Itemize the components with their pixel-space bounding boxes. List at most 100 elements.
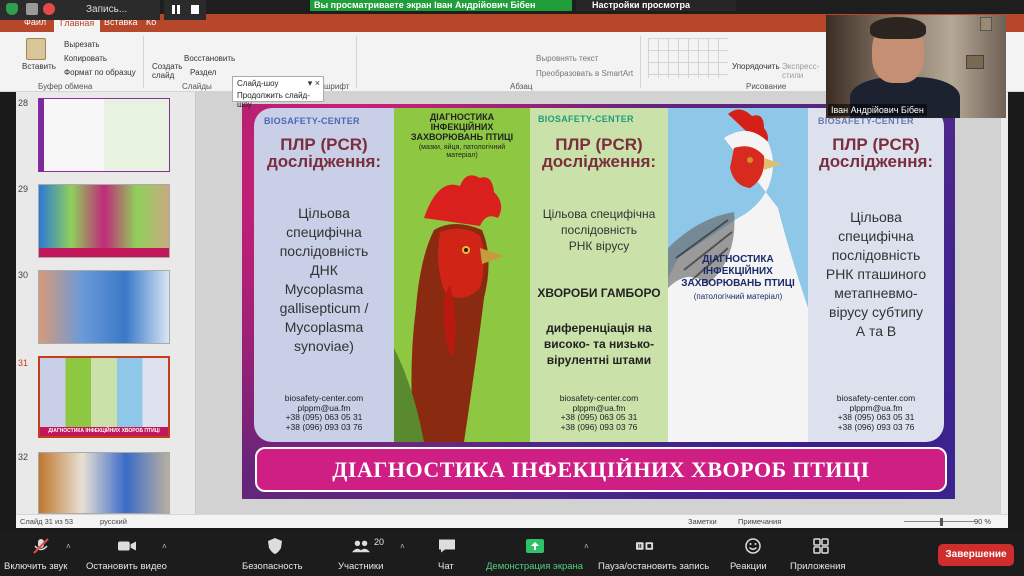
recording-controls [164,0,206,20]
group-clipboard: Буфер обмена [38,82,93,91]
panel-pcr-gamboro: BIOSAFETY-CENTER ПЛР (PCR) дослідження: … [530,108,668,442]
camera-icon [118,541,136,551]
zoom-level[interactable]: 90 % [974,517,991,526]
slide-thumbnail-32[interactable] [38,452,170,514]
apps-button[interactable]: Приложения [790,530,850,576]
slide-counter: Слайд 31 из 53 [20,517,74,526]
popup-title: Слайд-шоу [237,79,279,88]
recording-label: Запись... [86,4,128,15]
thumb-number: 30 [18,270,29,280]
contact-block: biosafety-center.com plppm@ua.fm +38 (09… [559,393,639,432]
participants-count: 20 [374,537,385,547]
brand-logo: BIOSAFETY-CENTER [264,116,360,126]
panel-subtitle: (патологічний матеріал) [693,292,783,301]
panel-title: ПЛР (PCR) дослідження: [266,135,382,171]
section-button[interactable]: Раздел [190,68,216,77]
chat-button[interactable]: Чат [438,530,458,576]
divider [143,36,144,88]
slide-thumbnail-30[interactable] [38,270,170,344]
thumb-caption: ДІАГНОСТИКА ІНФЕКЦІЙНИХ ХВОРОБ ПТИЦІ [40,427,168,436]
disease-name: ХВОРОБИ ГАМБОРО [537,286,661,300]
zoom-slider-handle[interactable] [940,518,943,526]
chevron-up-icon[interactable]: ˄ [584,542,589,551]
participants-button[interactable]: 20 Участники [338,530,390,576]
cut-button[interactable]: Вырезать [64,40,100,49]
share-screen-button[interactable]: Демонстрация экрана [486,530,586,576]
chevron-up-icon[interactable]: ˄ [400,542,405,551]
group-drawing: Рисование [746,82,787,91]
smiley-icon [745,538,761,554]
thumb-number: 32 [18,452,29,462]
ppt-status-bar: Слайд 31 из 53 русский Заметки Примечани… [16,514,1008,528]
panel-pcr-mycoplasma: BIOSAFETY-CENTER ПЛР (PCR) дослідження: … [254,108,394,442]
reactions-button[interactable]: Реакции [730,530,774,576]
stop-video-button[interactable]: Остановить видео [86,530,170,576]
rooster-image [394,175,504,442]
panel-body: Цільова специфічна послідовність РНК вір… [542,207,656,253]
chat-icon [439,539,455,553]
pause-stop-recording-button[interactable]: Пауза/остановить запись [598,530,712,576]
divider [640,36,641,88]
shapes-gallery[interactable] [648,38,728,78]
panel-title: ПЛР (PCR) дослідження: [818,135,934,171]
notes-button[interactable]: Заметки [688,517,717,526]
group-font: шрифт [324,82,350,91]
view-options-button[interactable]: Настройки просмотра [576,0,736,11]
zoom-toolbar: Включить звук ˄ Остановить видео ˄ Безоп… [0,530,1024,576]
pause-icon[interactable] [172,5,180,14]
record-icon [43,3,55,15]
share-screen-icon [526,539,544,553]
group-paragraph: Абзац [510,82,533,91]
new-slide-button[interactable]: Создать слайд [152,62,182,80]
paste-button[interactable]: Вставить [22,62,56,71]
slideshow-popup: Слайд-шоу ▾ × Продолжить слайд-шоу [232,76,324,109]
apps-icon [813,538,829,554]
quick-styles-button[interactable]: Экспресс-стили [782,62,822,80]
paste-icon[interactable] [26,38,46,60]
highlight-icon [26,3,38,15]
panel-body: Цільова специфічна послідовність РНК пта… [825,209,927,339]
format-painter-button[interactable]: Формат по образцу [64,68,136,77]
chevron-up-icon[interactable]: ˄ [66,542,71,551]
contact-block: biosafety-center.com plppm@ua.fm +38 (09… [284,393,364,432]
contact-block: biosafety-center.com plppm@ua.fm +38 (09… [836,393,916,432]
slides-pane: 28 29 30 31 ДІАГНОСТИКА ІНФЕКЦІЙНИХ ХВОР… [16,92,208,514]
panel-body: Цільова специфічна послідовність ДНК Myc… [279,205,369,354]
arrange-button[interactable]: Упорядочить [732,62,780,71]
participants-icon [352,540,370,553]
brand-logo: BIOSAFETY-CENTER [538,114,634,124]
participant-name: Іван Андрійович Бібен [828,104,927,116]
thumb-number: 28 [18,98,29,108]
copy-button[interactable]: Копировать [64,54,107,63]
chevron-up-icon[interactable]: ˄ [162,542,167,551]
panel-title: ДІАГНОСТИКА ІНФЕКЦІЙНИХ ЗАХВОРЮВАНЬ ПТИЦ… [681,254,795,289]
screen: Запись... Вы просматриваете экран Іван А… [0,0,1024,576]
resume-slideshow-button[interactable]: Продолжить слайд-шоу [237,91,323,109]
recording-indicator[interactable]: Запись... [0,0,160,20]
shield-icon [6,3,18,15]
comments-button[interactable]: Примечания [738,517,781,526]
shield-icon [268,538,282,554]
language-indicator[interactable]: русский [100,517,127,526]
thumb-number: 29 [18,184,29,194]
vertical-scrollbar[interactable] [1000,92,1008,514]
end-meeting-button[interactable]: Завершение [938,544,1014,566]
differentiation-text: диференціація на високо- та низько- віру… [543,321,655,367]
divider [356,36,357,88]
panel-white-hen: ДІАГНОСТИКА ІНФЕКЦІЙНИХ ЗАХВОРЮВАНЬ ПТИЦ… [668,108,808,442]
mic-muted-icon [33,538,49,554]
security-button[interactable]: Безопасность [242,530,304,576]
participant-video[interactable]: Іван Андрійович Бібен [826,15,1006,118]
slide-banner-title: ДІАГНОСТИКА ІНФЕКЦІЙНИХ ХВОРОБ ПТИЦІ [255,447,947,492]
pause-stop-icon [636,542,654,550]
slide-thumbnail-29[interactable] [38,184,170,258]
mute-button[interactable]: Включить звук [4,530,74,576]
align-text-button[interactable]: Выровнять текст [536,54,598,63]
share-banner: Вы просматриваете экран Іван Андрійович … [310,0,572,11]
smartart-button[interactable]: Преобразовать в SmartArt [536,69,633,78]
slide-thumbnail-28[interactable] [38,98,170,172]
stop-icon[interactable] [191,5,199,14]
close-icon[interactable]: ▾ × [308,78,320,89]
slide-thumbnail-31[interactable]: ДІАГНОСТИКА ІНФЕКЦІЙНИХ ХВОРОБ ПТИЦІ [38,356,170,438]
restore-button[interactable]: Восстановить [184,54,235,63]
